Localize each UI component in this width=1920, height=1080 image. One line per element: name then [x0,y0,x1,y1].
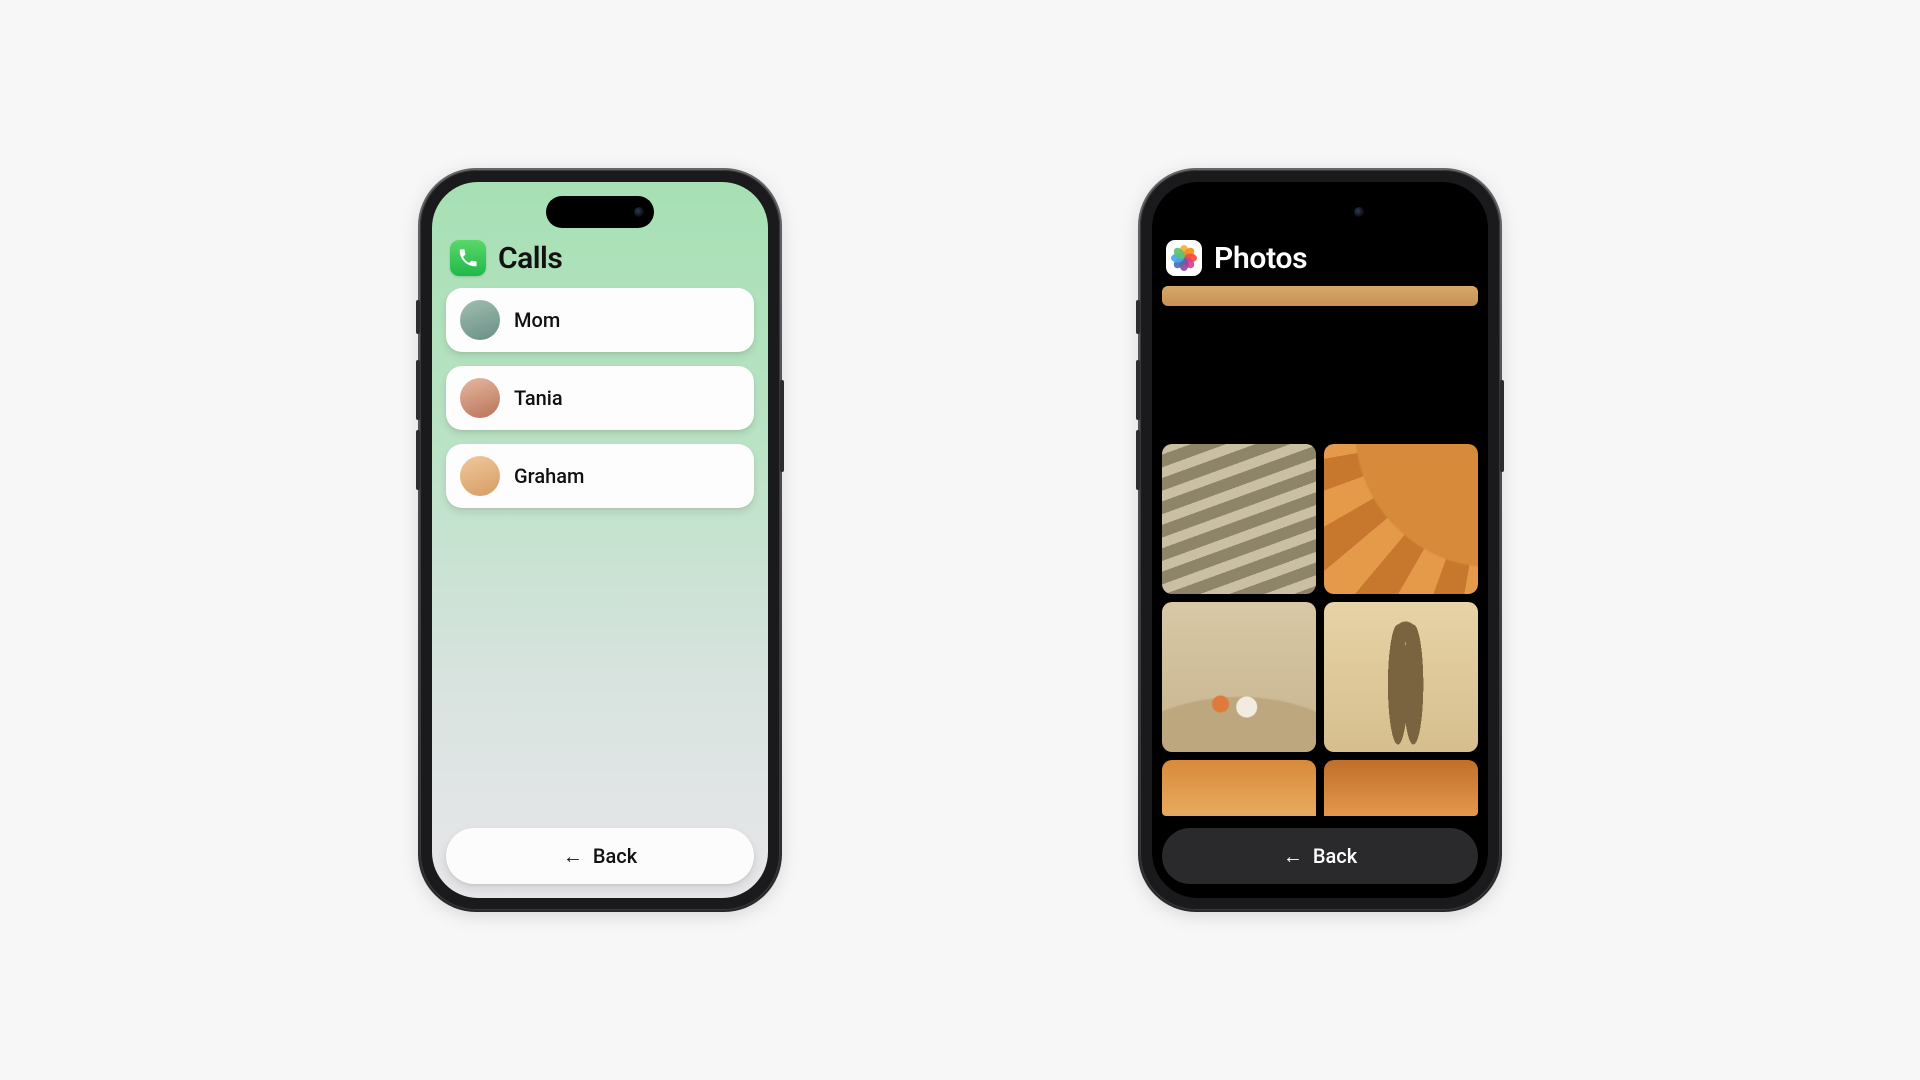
photo-thumbnail[interactable] [1162,602,1316,752]
contact-row-mom[interactable]: Mom [446,288,754,352]
calls-header: Calls [446,240,754,288]
avatar-tania [460,378,500,418]
power-button [1500,380,1504,472]
photos-icon [1166,240,1202,276]
photos-header: Photos [1162,240,1478,286]
volume-down-button [1136,430,1140,490]
phone-icon [450,240,486,276]
photo-thumbnail[interactable] [1324,602,1478,752]
photo-thumbnail[interactable] [1162,760,1316,816]
volume-down-button [416,430,420,490]
dynamic-island [1266,196,1374,228]
photos-app-screen: Photos ← Back [1152,182,1488,898]
contact-name: Graham [514,464,584,488]
dynamic-island [546,196,654,228]
photos-title: Photos [1214,241,1307,276]
iphone-device-photos: Photos ← Back [1140,170,1500,910]
photo-thumbnail[interactable] [1162,444,1316,594]
volume-up-button [1136,360,1140,420]
photo-thumbnail[interactable] [1162,286,1478,306]
avatar-mom [460,300,500,340]
volume-switch [416,300,420,334]
contact-name: Mom [514,308,560,332]
contact-row-tania[interactable]: Tania [446,366,754,430]
contact-row-graham[interactable]: Graham [446,444,754,508]
photo-grid [1162,286,1478,816]
power-button [780,380,784,472]
back-button[interactable]: ← Back [446,828,754,884]
avatar-graham [460,456,500,496]
arrow-left-icon: ← [563,846,583,866]
back-button[interactable]: ← Back [1162,828,1478,884]
back-label: Back [593,844,637,868]
photo-thumbnail[interactable] [1324,760,1478,816]
photo-thumbnail[interactable] [1324,444,1478,594]
calls-app-screen: Calls Mom Tania Graham ← Back [432,182,768,898]
iphone-device-calls: Calls Mom Tania Graham ← Back [420,170,780,910]
calls-title: Calls [498,241,562,276]
contact-name: Tania [514,386,563,410]
back-label: Back [1313,844,1357,868]
volume-switch [1136,300,1140,334]
volume-up-button [416,360,420,420]
arrow-left-icon: ← [1283,846,1303,866]
